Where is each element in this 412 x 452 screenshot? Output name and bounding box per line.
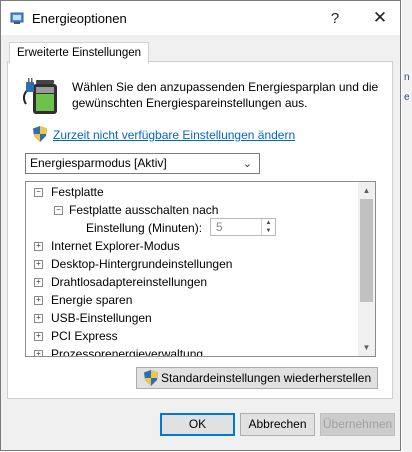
settings-tree: − Festplatte − Festplatte ausschalten na… bbox=[25, 181, 376, 357]
restore-defaults-label: Standardeinstellungen wiederherstellen bbox=[161, 371, 372, 385]
window-title: Energieoptionen bbox=[32, 11, 127, 26]
tree-scrollbar[interactable]: ▲ ▼ bbox=[358, 182, 375, 356]
tree-item-label: Festplatte bbox=[51, 185, 104, 199]
tree-item-label: Festplatte ausschalten nach bbox=[69, 203, 219, 217]
apply-button[interactable]: Übernehmen bbox=[320, 413, 395, 436]
cancel-button[interactable]: Abbrechen bbox=[240, 413, 315, 436]
tab-advanced-settings[interactable]: Erweiterte Einstellungen bbox=[9, 42, 150, 64]
spin-down-icon[interactable]: ▼ bbox=[262, 227, 275, 235]
help-button[interactable]: ? bbox=[315, 5, 355, 31]
tree-item-label: Desktop-Hintergrundeinstellungen bbox=[51, 257, 233, 271]
collapse-icon[interactable]: − bbox=[34, 188, 43, 197]
minutes-value: 5 bbox=[216, 220, 223, 234]
expand-icon[interactable]: + bbox=[34, 314, 43, 323]
expand-icon[interactable]: + bbox=[34, 332, 43, 341]
expand-icon[interactable]: + bbox=[34, 260, 43, 269]
setting-label: Einstellung (Minuten): bbox=[86, 221, 203, 235]
scroll-down-icon[interactable]: ▼ bbox=[358, 339, 375, 356]
expand-icon[interactable]: + bbox=[34, 296, 43, 305]
tree-item-label: Prozessorenergieverwaltung bbox=[51, 347, 204, 357]
tree-item-label: USB-Einstellungen bbox=[51, 311, 152, 325]
chevron-down-icon: ⌄ bbox=[242, 158, 252, 170]
expand-icon[interactable]: + bbox=[34, 242, 43, 251]
intro-text: Wählen Sie den anzupassenden Energiespar… bbox=[72, 80, 379, 110]
power-options-app-icon bbox=[10, 12, 24, 24]
tree-item-label: Internet Explorer-Modus bbox=[51, 239, 180, 253]
battery-plug-icon bbox=[23, 78, 57, 114]
uac-shield-icon bbox=[144, 370, 158, 386]
minutes-spinbox[interactable]: 5 ▲ ▼ bbox=[210, 218, 276, 236]
close-button[interactable]: ✕ bbox=[360, 5, 400, 31]
change-unavailable-settings-link[interactable]: Zurzeit nicht verfügbare Einstellungen ä… bbox=[53, 128, 295, 142]
background-text-fragment: n bbox=[404, 72, 410, 83]
scroll-thumb[interactable] bbox=[360, 199, 373, 302]
uac-shield-icon bbox=[33, 126, 47, 142]
power-plan-value: Energiesparmodus [Aktiv] bbox=[30, 156, 167, 170]
power-plan-dropdown[interactable]: Energiesparmodus [Aktiv] ⌄ bbox=[25, 153, 260, 174]
background-window-strip: n e bbox=[402, 0, 412, 452]
tab-strip: Erweiterte Einstellungen bbox=[1, 35, 400, 64]
spin-up-icon[interactable]: ▲ bbox=[262, 219, 275, 227]
restore-defaults-button[interactable]: Standardeinstellungen wiederherstellen bbox=[136, 367, 378, 389]
tree-item-label: Energie sparen bbox=[51, 293, 133, 307]
background-text-fragment: e bbox=[404, 92, 410, 103]
ok-button[interactable]: OK bbox=[160, 413, 235, 436]
expand-icon[interactable]: + bbox=[34, 350, 43, 356]
collapse-icon[interactable]: − bbox=[54, 206, 63, 215]
scroll-up-icon[interactable]: ▲ bbox=[358, 182, 375, 199]
tree-item-label: PCI Express bbox=[51, 329, 118, 343]
expand-icon[interactable]: + bbox=[34, 278, 43, 287]
title-bar: Energieoptionen ? ✕ bbox=[1, 1, 400, 35]
tree-item-label: Drahtlosadaptereinstellungen bbox=[51, 275, 208, 289]
